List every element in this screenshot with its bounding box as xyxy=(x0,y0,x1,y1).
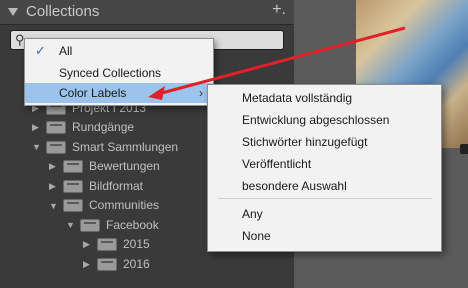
arrow-shaft xyxy=(157,26,406,96)
arrow-head-icon xyxy=(148,86,165,100)
annotation-arrow xyxy=(148,26,406,100)
